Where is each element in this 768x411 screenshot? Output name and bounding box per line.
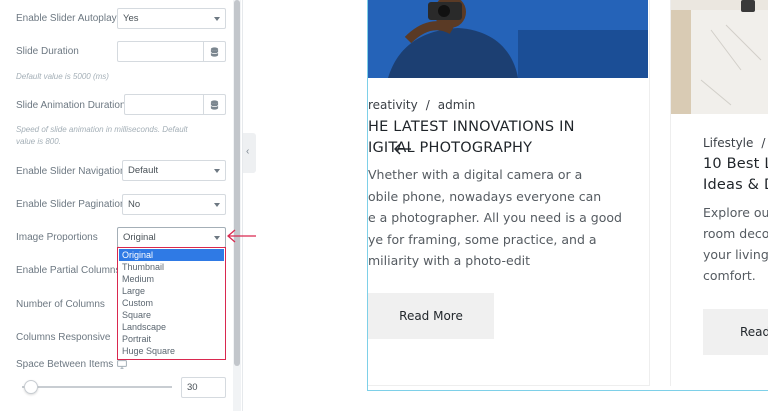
option-original[interactable]: Original <box>119 249 224 261</box>
option-thumbnail[interactable]: Thumbnail <box>119 261 224 273</box>
image-proportions-dropdown: Original Thumbnail Medium Large Custom S… <box>117 247 226 360</box>
chevron-down-icon <box>214 203 220 207</box>
post-excerpt-line: obile phone, nowadays everyone can <box>368 189 602 204</box>
option-portrait[interactable]: Portrait <box>119 333 224 345</box>
post-image[interactable] <box>368 0 648 78</box>
slide-duration-help: Default value is 5000 (ms) <box>16 72 109 81</box>
database-stack-icon[interactable] <box>203 42 225 61</box>
post-meta: Lifestyle / <box>703 136 768 150</box>
post-excerpt-line: ye for framing, some practice, and a <box>368 232 597 247</box>
option-huge-square[interactable]: Huge Square <box>119 345 224 357</box>
space-between-items-label: Space Between Items <box>16 359 114 370</box>
post-excerpt-line: room deco <box>703 226 768 241</box>
post-title-line2[interactable]: Ideas & D <box>703 175 768 196</box>
meta-separator: / <box>761 136 766 150</box>
panel-divider <box>242 0 243 411</box>
read-more-button[interactable]: Read More <box>368 293 494 339</box>
pagination-label: Enable Slider Pagination <box>16 199 126 210</box>
space-value-input[interactable]: 30 <box>181 377 226 398</box>
image-proportions-label: Image Proportions <box>16 232 98 243</box>
chevron-down-icon <box>214 169 220 173</box>
post-image[interactable] <box>671 0 768 114</box>
slide-duration-input[interactable] <box>117 41 226 62</box>
slide-animation-help-line2: value is 800. <box>16 137 61 146</box>
panel-scrollbar-thumb[interactable] <box>234 0 240 366</box>
option-custom[interactable]: Custom <box>119 297 224 309</box>
option-large[interactable]: Large <box>119 285 224 297</box>
post-title-line1[interactable]: 10 Best L <box>703 154 768 175</box>
chevron-down-icon <box>214 17 220 21</box>
panel-collapse-handle[interactable]: ‹ <box>243 133 256 173</box>
image-proportions-value: Original <box>123 232 156 243</box>
meta-separator: / <box>425 98 430 112</box>
navigation-select[interactable]: Default <box>122 160 226 181</box>
post-category[interactable]: reativity <box>368 98 418 112</box>
autoplay-value: Yes <box>123 13 139 24</box>
post-meta: reativity / admin <box>368 98 475 112</box>
slide-duration-label: Slide Duration <box>16 46 79 57</box>
database-stack-icon[interactable] <box>203 95 225 114</box>
pagination-value: No <box>128 199 141 210</box>
post-excerpt-line: e a photographer. All you need is a good <box>368 210 622 225</box>
option-landscape[interactable]: Landscape <box>119 321 224 333</box>
post-excerpt-line: Vhether with a digital camera or a <box>368 167 583 182</box>
image-proportions-select[interactable]: Original <box>117 227 226 248</box>
pagination-select[interactable]: No <box>122 194 226 215</box>
columns-responsive-label: Columns Responsive <box>16 332 111 343</box>
slide-animation-help-line1: Speed of slide animation in milliseconds… <box>16 125 188 134</box>
navigation-label: Enable Slider Navigation <box>16 166 126 177</box>
space-slider-track[interactable] <box>22 386 172 388</box>
option-medium[interactable]: Medium <box>119 273 224 285</box>
space-slider-handle[interactable] <box>24 380 38 394</box>
partial-columns-label: Enable Partial Columns <box>16 265 121 276</box>
read-more-button[interactable]: Read <box>703 309 768 355</box>
chevron-down-icon <box>214 236 220 240</box>
post-excerpt-line: comfort. <box>703 268 756 283</box>
arrow-left-icon <box>227 229 256 243</box>
post-excerpt-line: miliarity with a photo-edit <box>368 253 531 268</box>
number-of-columns-label: Number of Columns <box>16 299 105 310</box>
arrow-left-icon <box>394 143 411 155</box>
navigation-value: Default <box>128 165 159 176</box>
autoplay-label: Enable Slider Autoplay <box>16 13 117 24</box>
post-title-line1[interactable]: HE LATEST INNOVATIONS IN <box>368 117 575 138</box>
post-category[interactable]: Lifestyle <box>703 136 753 150</box>
monitor-icon[interactable] <box>117 360 127 369</box>
post-excerpt-line: Explore ou <box>703 205 768 220</box>
post-excerpt-line: your living <box>703 247 768 262</box>
option-square[interactable]: Square <box>119 309 224 321</box>
post-title-line2[interactable]: IGITAL PHOTOGRAPHY <box>368 138 532 159</box>
slide-animation-duration-input[interactable] <box>124 94 226 115</box>
autoplay-select[interactable]: Yes <box>117 8 226 29</box>
chevron-left-icon: ‹ <box>246 146 250 157</box>
post-author[interactable]: admin <box>438 98 476 112</box>
slide-animation-duration-label: Slide Animation Duration <box>16 100 126 111</box>
